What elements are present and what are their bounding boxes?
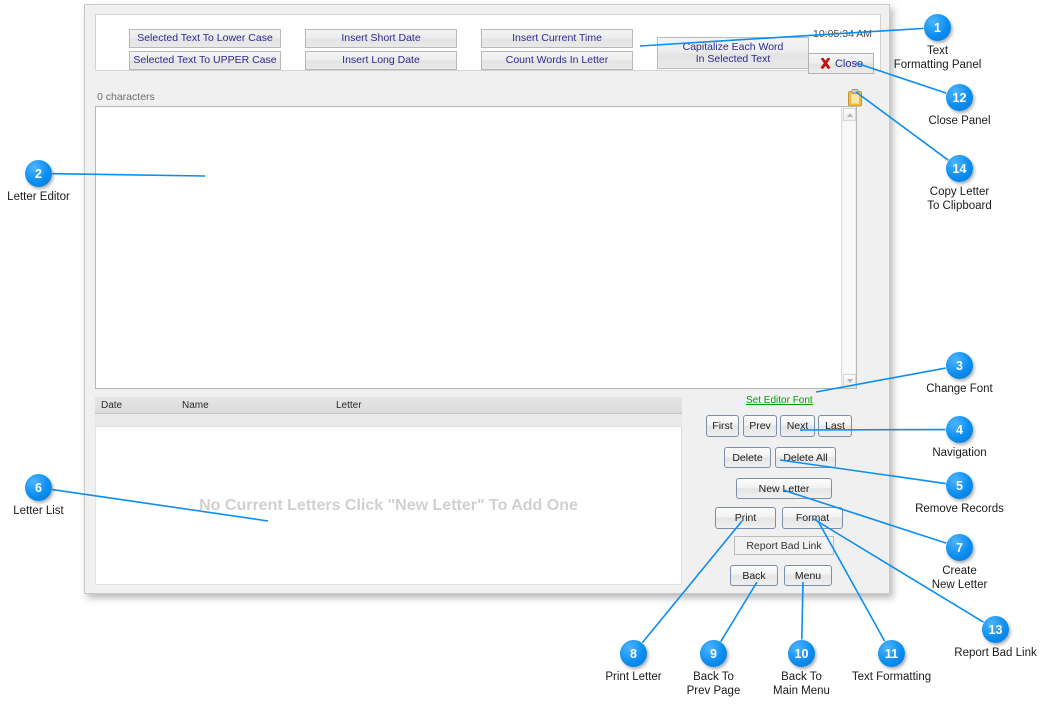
callout-number-2: 2 (25, 160, 52, 187)
callout-number-6: 6 (25, 474, 52, 501)
insert-short-date-button[interactable]: Insert Short Date (305, 29, 457, 48)
callout-14: 14 Copy Letter To Clipboard (895, 155, 1025, 214)
callout-number-4: 4 (946, 416, 973, 443)
callout-2: 2 Letter Editor (0, 160, 94, 204)
callout-8: 8 Print Letter (584, 640, 684, 684)
callout-caption-10: Back To Main Menu (773, 671, 830, 698)
delete-all-button[interactable]: Delete All (775, 447, 836, 468)
callout-number-7: 7 (946, 534, 973, 561)
callout-12: 12 Close Panel (910, 84, 1010, 128)
insert-current-time-button[interactable]: Insert Current Time (481, 29, 633, 48)
callout-number-1: 1 (924, 14, 951, 41)
callout-5: 5 Remove Records (890, 472, 1030, 516)
format-button[interactable]: Format (782, 507, 843, 529)
callout-caption-8: Print Letter (605, 671, 662, 683)
application-window: Selected Text To Lower Case Selected Tex… (84, 4, 890, 594)
scroll-up-icon[interactable] (843, 108, 856, 121)
callout-number-3: 3 (946, 352, 973, 379)
callout-caption-13: Report Bad Link (954, 647, 1037, 659)
callout-caption-7: Create New Letter (931, 565, 988, 592)
column-header-name: Name (182, 400, 209, 411)
selected-text-to-upper-case-button[interactable]: Selected Text To UPPER Case (129, 51, 281, 70)
empty-list-message: No Current Letters Click "New Letter" To… (199, 496, 578, 514)
scroll-down-icon[interactable] (843, 374, 856, 387)
letter-list[interactable]: No Current Letters Click "New Letter" To… (95, 426, 682, 585)
letter-editor[interactable] (95, 106, 857, 389)
close-panel-button[interactable]: Close (808, 53, 874, 74)
callout-caption-11: Text Formatting (851, 671, 932, 683)
callout-number-5: 5 (946, 472, 973, 499)
callout-caption-14: Copy Letter To Clipboard (927, 186, 992, 213)
close-x-icon (820, 57, 831, 70)
text-formatting-panel: Selected Text To Lower Case Selected Tex… (95, 14, 881, 74)
editor-vertical-scrollbar[interactable] (841, 107, 856, 388)
callout-number-8: 8 (620, 640, 647, 667)
callout-number-14: 14 (946, 155, 973, 182)
callout-7: 7 Create New Letter (905, 534, 1015, 593)
callout-number-13: 13 (982, 616, 1009, 643)
callout-number-12: 12 (946, 84, 973, 111)
callout-3: 3 Change Font (905, 352, 1015, 396)
callout-11: 11 Text Formatting (832, 640, 952, 684)
selected-text-to-lower-case-button[interactable]: Selected Text To Lower Case (129, 29, 281, 48)
callout-caption-6: Letter List (13, 505, 64, 517)
callout-4: 4 Navigation (905, 416, 1015, 460)
column-header-date: Date (101, 400, 123, 411)
column-header-letter: Letter (336, 400, 362, 411)
next-button[interactable]: Next (780, 415, 815, 437)
delete-button[interactable]: Delete (724, 447, 771, 468)
callout-13: 13 Report Bad Link (931, 616, 1045, 660)
letter-list-header: Date Name Letter (95, 397, 682, 414)
first-button[interactable]: First (706, 415, 739, 437)
scrollbar-track[interactable] (843, 122, 855, 373)
set-editor-font-link[interactable]: Set Editor Font (746, 395, 813, 406)
last-button[interactable]: Last (818, 415, 852, 437)
clipboard-icon[interactable] (847, 89, 863, 107)
callout-caption-3: Change Font (926, 383, 993, 395)
print-button[interactable]: Print (715, 507, 776, 529)
prev-button[interactable]: Prev (743, 415, 777, 437)
callout-caption-5: Remove Records (915, 503, 1004, 515)
new-letter-button[interactable]: New Letter (736, 478, 832, 499)
callout-6: 6 Letter List (0, 474, 89, 518)
report-bad-link-button[interactable]: Report Bad Link (734, 536, 834, 555)
menu-button[interactable]: Menu (784, 565, 832, 586)
count-words-in-letter-button[interactable]: Count Words In Letter (481, 51, 633, 70)
character-count-label: 0 characters (97, 91, 155, 103)
clock-label: 10:05:34 AM (813, 28, 872, 40)
callout-number-9: 9 (700, 640, 727, 667)
callout-caption-2: Letter Editor (7, 191, 70, 203)
letter-list-subbar (95, 414, 682, 426)
callout-caption-4: Navigation (932, 447, 987, 459)
callout-caption-12: Close Panel (928, 115, 991, 127)
back-button[interactable]: Back (730, 565, 778, 586)
callout-10: 10 Back To Main Menu (752, 640, 852, 699)
insert-long-date-button[interactable]: Insert Long Date (305, 51, 457, 70)
callout-9: 9 Back To Prev Page (664, 640, 764, 699)
close-button-label: Close (834, 57, 864, 70)
callout-number-10: 10 (788, 640, 815, 667)
callout-caption-9: Back To Prev Page (686, 671, 741, 698)
letter-editor-textarea[interactable] (96, 107, 841, 388)
capitalize-each-word-button[interactable]: Capitalize Each Word In Selected Text (657, 37, 809, 69)
callout-number-11: 11 (878, 640, 905, 667)
